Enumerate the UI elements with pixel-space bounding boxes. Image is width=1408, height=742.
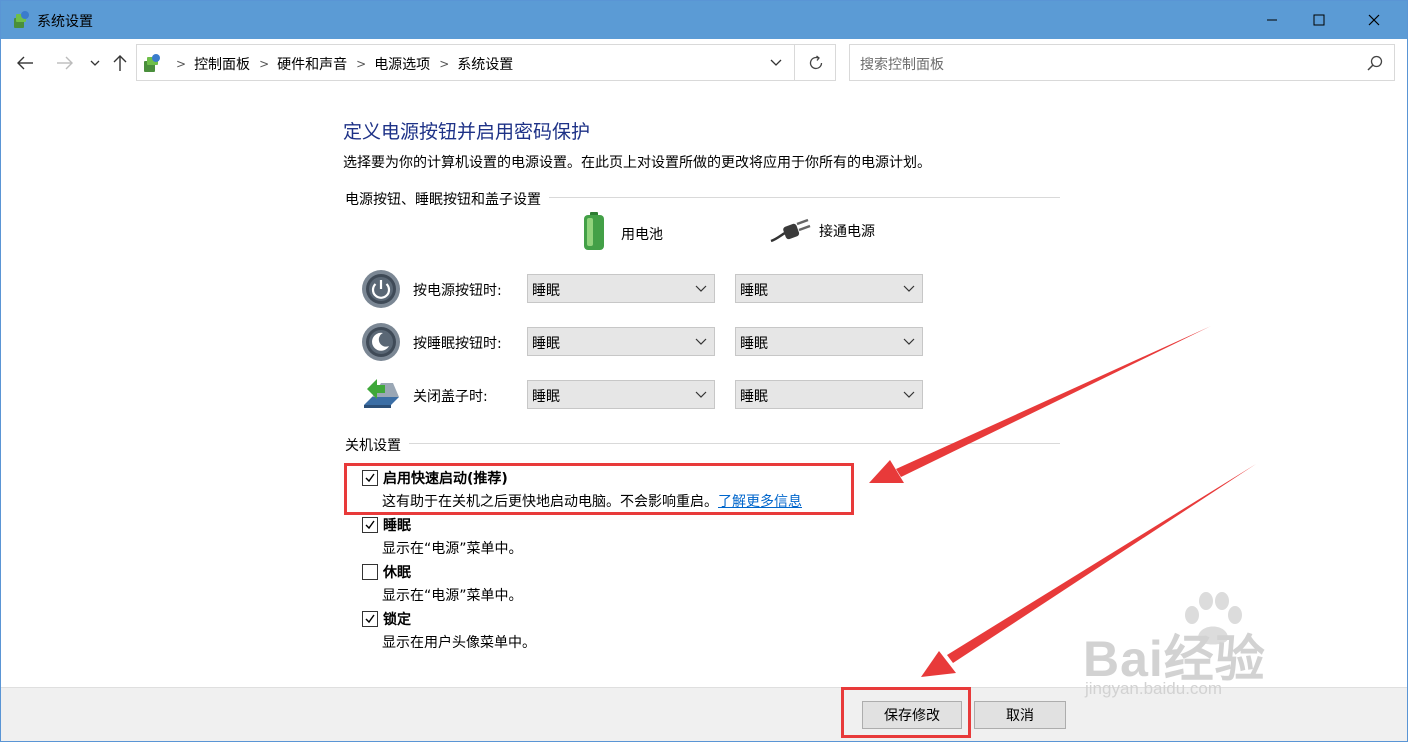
chevron-down-icon	[903, 391, 915, 398]
sleep-icon	[362, 323, 400, 361]
navigation-bar: > 控制面板 > 硬件和声音 > 电源选项 > 系统设置 搜索控制面板	[1, 39, 1407, 89]
checkmark-icon	[365, 520, 375, 530]
power-button-battery-select[interactable]: 睡眠	[527, 274, 715, 303]
lock-option: 锁定 显示在用户头像菜单中。	[362, 609, 662, 653]
up-button[interactable]	[108, 51, 132, 75]
section-divider	[345, 443, 1060, 444]
select-value: 睡眠	[740, 283, 768, 299]
chevron-down-icon	[695, 338, 707, 345]
page-description: 选择要为你的计算机设置的电源设置。在此页上对设置所做的更改将应用于你所有的电源计…	[343, 155, 931, 171]
title-bar[interactable]: 系统设置	[1, 1, 1407, 39]
sleep-description: 显示在“电源”菜单中。	[382, 541, 523, 557]
power-button-row: 按电源按钮时: 睡眠 睡眠	[361, 269, 931, 309]
breadcrumb: > 控制面板 > 硬件和声音 > 电源选项 > 系统设置	[167, 54, 513, 74]
battery-column-label: 用电池	[621, 227, 663, 243]
watermark-url: jingyan.baidu.com	[1085, 679, 1223, 698]
shutdown-section-title: 关机设置	[345, 435, 409, 455]
breadcrumb-separator[interactable]: >	[356, 57, 366, 71]
chevron-down-icon	[695, 285, 707, 292]
cancel-button[interactable]: 取消	[974, 701, 1066, 729]
lock-label[interactable]: 锁定	[383, 609, 411, 629]
lid-close-plugged-select[interactable]: 睡眠	[735, 380, 923, 409]
breadcrumb-item-hardware-sound[interactable]: 硬件和声音	[277, 54, 347, 74]
baidu-watermark: Bai经验 jingyan.baidu.com	[1083, 591, 1333, 711]
select-value: 睡眠	[532, 283, 560, 299]
battery-icon	[584, 212, 604, 250]
sleep-option: 睡眠 显示在“电源”菜单中。	[362, 515, 662, 559]
sleep-button-label: 按睡眠按钮时:	[413, 336, 502, 352]
annotation-box-fast-startup	[344, 463, 854, 515]
power-buttons-section-title: 电源按钮、睡眠按钮和盖子设置	[345, 189, 549, 209]
breadcrumb-item-power-options[interactable]: 电源选项	[374, 54, 430, 74]
close-icon	[1368, 14, 1380, 26]
chevron-down-icon	[903, 285, 915, 292]
sleep-label[interactable]: 睡眠	[383, 515, 411, 535]
power-icon	[362, 270, 400, 308]
chevron-down-icon	[903, 338, 915, 345]
select-value: 睡眠	[532, 336, 560, 352]
refresh-button[interactable]	[796, 45, 835, 80]
search-placeholder: 搜索控制面板	[860, 57, 944, 73]
lid-close-icon	[364, 379, 399, 408]
select-value: 睡眠	[532, 389, 560, 405]
refresh-icon	[809, 54, 822, 69]
address-history-button[interactable]	[759, 45, 793, 80]
minimize-icon	[1267, 19, 1277, 21]
close-button[interactable]	[1351, 1, 1397, 39]
address-bar[interactable]: > 控制面板 > 硬件和声音 > 电源选项 > 系统设置	[136, 44, 836, 81]
battery-column-header: 用电池	[579, 212, 663, 251]
checkmark-icon	[365, 614, 375, 624]
breadcrumb-separator[interactable]: >	[439, 57, 449, 71]
lid-close-battery-select[interactable]: 睡眠	[527, 380, 715, 409]
plugged-in-column-label: 接通电源	[819, 224, 875, 240]
recent-locations-button[interactable]	[83, 51, 107, 75]
back-button[interactable]	[13, 51, 37, 75]
window-title: 系统设置	[37, 14, 93, 30]
search-input[interactable]: 搜索控制面板	[849, 44, 1395, 81]
hibernate-checkbox[interactable]	[362, 564, 378, 580]
sleep-button-battery-select[interactable]: 睡眠	[527, 327, 715, 356]
breadcrumb-separator[interactable]: >	[259, 57, 269, 71]
chevron-down-icon	[695, 391, 707, 398]
control-panel-icon	[144, 54, 160, 72]
lid-close-row: 关闭盖子时: 睡眠 睡眠	[361, 375, 931, 415]
hibernate-label[interactable]: 休眠	[383, 562, 411, 582]
control-panel-icon	[14, 11, 29, 28]
hibernate-option: 休眠 显示在“电源”菜单中。	[362, 562, 662, 606]
divider	[794, 45, 795, 80]
search-icon[interactable]	[1366, 54, 1384, 72]
maximize-button[interactable]	[1296, 1, 1342, 39]
power-button-label: 按电源按钮时:	[413, 283, 502, 299]
minimize-button[interactable]	[1249, 1, 1295, 39]
lock-checkbox[interactable]	[362, 611, 378, 627]
chevron-down-icon	[770, 59, 782, 66]
hibernate-description: 显示在“电源”菜单中。	[382, 588, 523, 604]
arrow-up-icon	[113, 55, 127, 71]
lid-close-label: 关闭盖子时:	[413, 389, 488, 405]
chevron-down-icon	[90, 60, 100, 66]
select-value: 睡眠	[740, 336, 768, 352]
power-plug-icon	[770, 218, 811, 243]
sleep-button-row: 按睡眠按钮时: 睡眠 睡眠	[361, 322, 931, 362]
lock-description: 显示在用户头像菜单中。	[382, 635, 536, 651]
arrow-left-icon	[17, 56, 33, 70]
plugged-in-column-header: 接通电源	[769, 217, 875, 245]
breadcrumb-separator[interactable]: >	[176, 57, 186, 71]
power-button-plugged-select[interactable]: 睡眠	[735, 274, 923, 303]
page-title: 定义电源按钮并启用密码保护	[343, 121, 591, 143]
forward-button[interactable]	[53, 51, 77, 75]
breadcrumb-item-system-settings[interactable]: 系统设置	[457, 54, 513, 74]
arrow-right-icon	[57, 56, 73, 70]
system-settings-window: 系统设置 > 控制面板 > 硬件和声音 > 电源选项 > 系统设置 搜索控制面板…	[0, 0, 1408, 742]
select-value: 睡眠	[740, 389, 768, 405]
annotation-box-save	[841, 687, 971, 738]
maximize-icon	[1313, 14, 1325, 26]
sleep-checkbox[interactable]	[362, 517, 378, 533]
sleep-button-plugged-select[interactable]: 睡眠	[735, 327, 923, 356]
breadcrumb-item-control-panel[interactable]: 控制面板	[194, 54, 250, 74]
